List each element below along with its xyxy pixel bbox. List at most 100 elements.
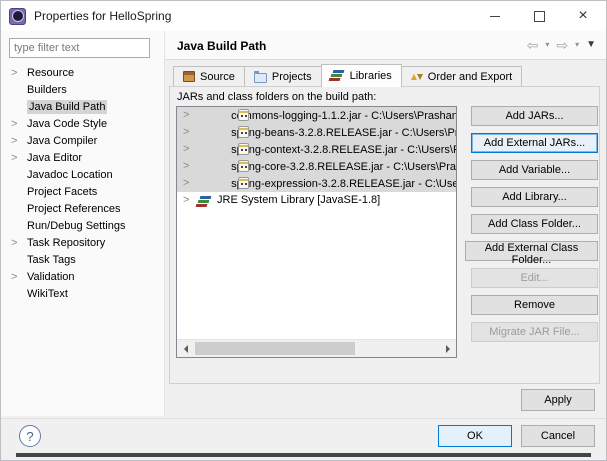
sidebar-item-builders[interactable]: > Builders [1,82,164,99]
sidebar-item-label: Java Editor [27,152,82,164]
window-title: Properties for HelloSpring [34,9,171,23]
sidebar-item-project-facets[interactable]: > Project Facets [1,184,164,201]
expand-chevron-icon[interactable]: > [11,65,17,82]
view-menu-icon[interactable]: ▼ [586,40,596,50]
jar-icon [238,109,249,121]
tab-source[interactable]: Source [173,66,245,86]
list-item[interactable]: > JRE System Library [JavaSE-1.8] [177,192,456,209]
expand-chevron-icon[interactable]: > [11,235,17,252]
horizontal-scrollbar[interactable] [177,339,456,357]
action-button-add-jars[interactable]: Add JARs... [471,106,598,126]
scroll-left-button[interactable] [177,340,194,357]
expand-chevron-icon[interactable]: > [183,175,189,192]
list-item-label: spring-core-3.2.8.RELEASE.jar - C:\Users… [231,161,456,173]
cancel-button[interactable]: Cancel [521,425,595,447]
sidebar-item-project-references[interactable]: > Project References [1,201,164,218]
action-button-edit[interactable]: Edit... [471,268,598,288]
expand-chevron-icon[interactable]: > [183,107,189,124]
library-icon [331,70,345,82]
header-rule [165,59,606,60]
action-button-migrate-jar-file[interactable]: Migrate JAR File... [471,322,598,342]
scroll-right-button[interactable] [439,340,456,357]
tab-label: Order and Export [428,71,512,83]
apply-button[interactable]: Apply [521,389,595,411]
jar-icon [238,177,249,189]
dialog-body: > Resource > Builders > Java Build Path … [1,31,606,460]
maximize-button[interactable] [517,1,561,31]
tab-order-and-export[interactable]: Order and Export [401,66,522,86]
forward-menu-icon[interactable]: ▾ [575,41,579,49]
expand-chevron-icon[interactable]: > [11,150,17,167]
minimize-button[interactable] [473,1,517,31]
window-bottom-edge [16,453,591,457]
titlebar[interactable]: Properties for HelloSpring × [1,1,606,31]
sidebar-item-java-build-path[interactable]: > Java Build Path [1,99,164,116]
tab-label: Libraries [350,70,392,82]
list-item-label: spring-expression-3.2.8.RELEASE.jar - C:… [231,178,456,190]
sidebar-item-task-repository[interactable]: > Task Repository [1,235,164,252]
action-button-add-variable[interactable]: Add Variable... [471,160,598,180]
sidebar-item-label: Resource [27,67,74,79]
sidebar-item-label: Project Facets [27,186,97,198]
scroll-left-icon [184,345,188,353]
filter-input[interactable] [9,38,150,58]
sidebar-item-resource[interactable]: > Resource [1,65,164,82]
help-button[interactable]: ? [19,425,41,447]
action-button-add-external-jars[interactable]: Add External JARs... [471,133,598,153]
sidebar-item-label: Java Code Style [27,118,107,130]
action-button-add-library[interactable]: Add Library... [471,187,598,207]
sidebar-item-label: Run/Debug Settings [27,220,125,232]
sidebar-item-label: Java Build Path [27,100,107,114]
expand-chevron-icon[interactable]: > [11,116,17,133]
list-item[interactable]: > spring-context-3.2.8.RELEASE.jar - C:\… [177,141,456,158]
expand-chevron-icon[interactable]: > [183,124,189,141]
page-title: Java Build Path [177,39,266,53]
sidebar-item-wikitext[interactable]: > WikiText [1,286,164,303]
action-button-add-class-folder[interactable]: Add Class Folder... [471,214,598,234]
footer-rule [1,418,606,419]
minimize-icon [490,16,500,17]
action-button-add-external-class-folder[interactable]: Add External Class Folder... [465,241,598,261]
tab-libraries[interactable]: Libraries [321,64,402,87]
eclipse-app-icon-inner [13,11,23,21]
sidebar-item-validation[interactable]: > Validation [1,269,164,286]
order-export-icon [411,71,423,83]
expand-chevron-icon[interactable]: > [183,158,189,175]
forward-icon[interactable]: ⇨ [556,38,568,52]
sidebar-item-java-code-style[interactable]: > Java Code Style [1,116,164,133]
list-item-label: spring-context-3.2.8.RELEASE.jar - C:\Us… [231,144,456,156]
library-icon [198,196,212,208]
list-item[interactable]: > spring-beans-3.2.8.RELEASE.jar - C:\Us… [177,124,456,141]
sidebar-item-label: Javadoc Location [27,169,113,181]
expand-chevron-icon[interactable]: > [11,133,17,150]
expand-chevron-icon[interactable]: > [183,141,189,158]
sidebar: > Resource > Builders > Java Build Path … [1,31,164,416]
close-button[interactable]: × [561,1,605,31]
help-icon: ? [26,429,33,444]
libraries-panel: JARs and class folders on the build path… [169,86,600,384]
back-menu-icon[interactable]: ▾ [545,41,549,49]
back-icon[interactable]: ⇦ [527,38,539,52]
close-icon: × [578,8,587,24]
sidebar-item-task-tags[interactable]: > Task Tags [1,252,164,269]
sidebar-item-label: Project References [27,203,121,215]
list-item[interactable]: > commons-logging-1.1.2.jar - C:\Users\P… [177,107,456,124]
list-label: JARs and class folders on the build path… [177,91,376,103]
scrollbar-thumb[interactable] [195,342,355,355]
folder-icon [254,73,267,83]
expand-chevron-icon[interactable]: > [183,192,189,209]
sidebar-item-javadoc-location[interactable]: > Javadoc Location [1,167,164,184]
jar-list[interactable]: > commons-logging-1.1.2.jar - C:\Users\P… [176,106,457,358]
list-item[interactable]: > spring-core-3.2.8.RELEASE.jar - C:\Use… [177,158,456,175]
tab-projects[interactable]: Projects [244,66,322,86]
list-item[interactable]: > spring-expression-3.2.8.RELEASE.jar - … [177,175,456,192]
ok-button[interactable]: OK [438,425,512,447]
expand-chevron-icon[interactable]: > [11,269,17,286]
action-button-remove[interactable]: Remove [471,295,598,315]
sidebar-item-run-debug-settings[interactable]: > Run/Debug Settings [1,218,164,235]
sidebar-item-java-editor[interactable]: > Java Editor [1,150,164,167]
tab-label: Projects [272,71,312,83]
sidebar-tree: > Resource > Builders > Java Build Path … [1,65,164,303]
sidebar-item-label: Task Tags [27,254,76,266]
sidebar-item-java-compiler[interactable]: > Java Compiler [1,133,164,150]
